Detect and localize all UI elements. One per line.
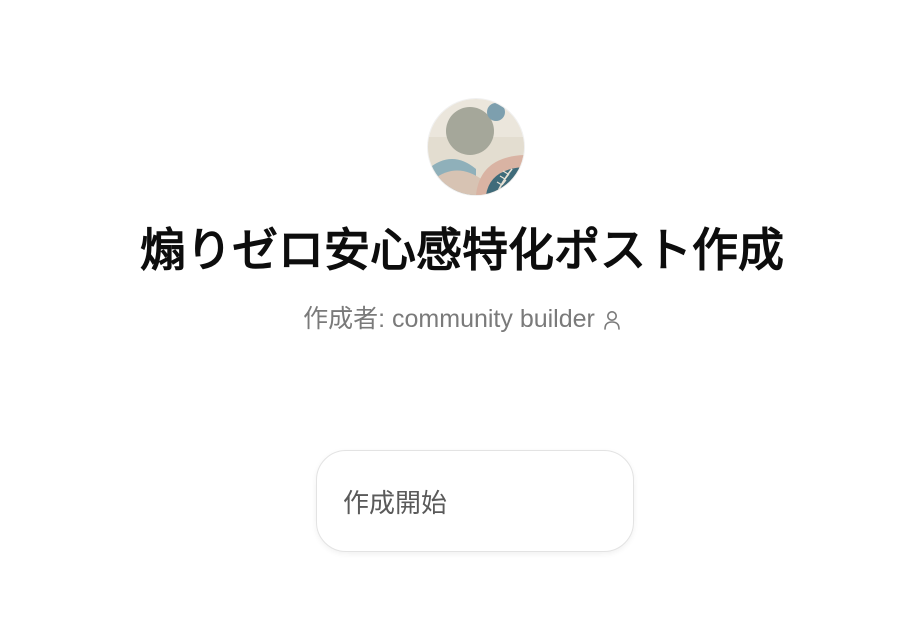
gpt-intro-page: 煽りゼロ安心感特化ポスト作成 作成者: community builder 作成… [0, 0, 924, 644]
author-line: 作成者: community builder [0, 302, 924, 336]
conversation-starter-button[interactable]: 作成開始 [316, 450, 634, 552]
conversation-starter-label: 作成開始 [343, 488, 448, 519]
author-label: 作成者: community builder [303, 305, 595, 333]
abstract-art-avatar-icon [428, 99, 524, 195]
gpt-title: 煽りゼロ安心感特化ポスト作成 [140, 223, 784, 277]
person-icon [603, 309, 621, 331]
gpt-avatar [428, 99, 524, 195]
